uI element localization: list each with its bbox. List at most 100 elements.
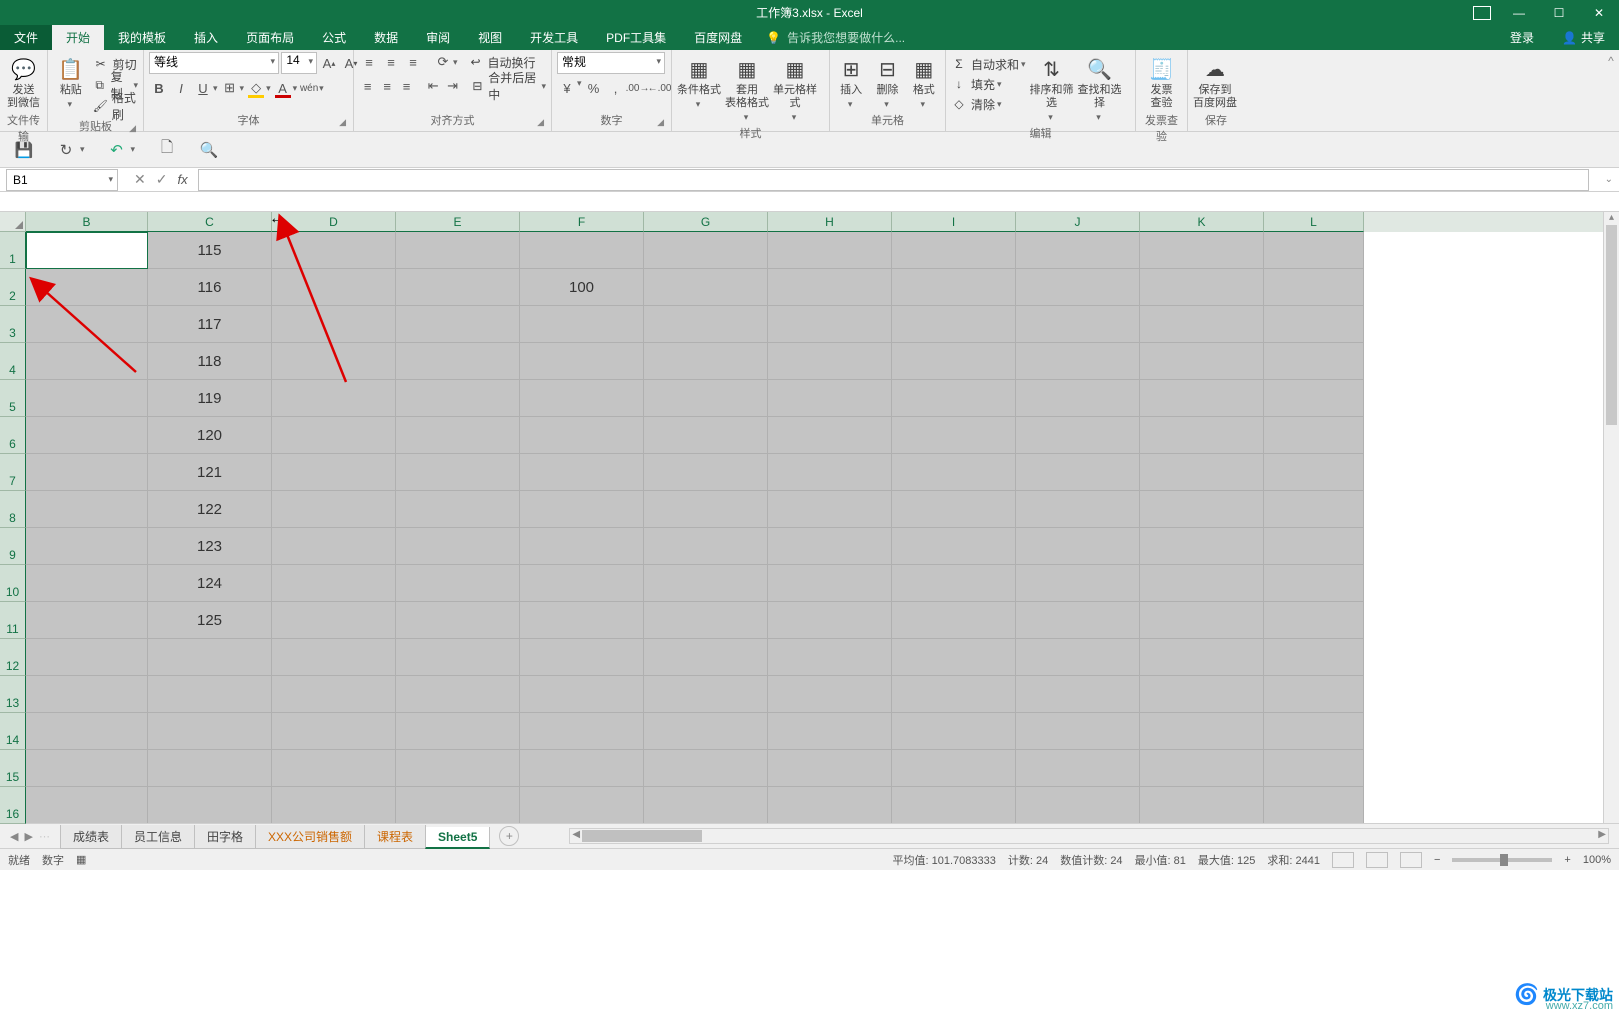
cell-L16[interactable] bbox=[1264, 787, 1364, 823]
format-as-table-button[interactable]: ▦套用 表格格式▾ bbox=[725, 52, 769, 123]
cell-I7[interactable] bbox=[892, 454, 1016, 491]
formula-input[interactable] bbox=[198, 169, 1589, 191]
sheet-nav-prev-button[interactable]: ◀ bbox=[10, 830, 18, 843]
percent-format-button[interactable]: % bbox=[584, 78, 604, 98]
share-button[interactable]: 👤共享 bbox=[1548, 25, 1619, 50]
tab-pagelayout[interactable]: 页面布局 bbox=[232, 25, 308, 50]
cell-K7[interactable] bbox=[1140, 454, 1264, 491]
cell-D12[interactable] bbox=[272, 639, 396, 676]
column-header-L[interactable]: L bbox=[1264, 212, 1364, 232]
decrease-decimal-button[interactable]: ←.00 bbox=[650, 78, 670, 98]
cell-C1[interactable]: 115 bbox=[148, 232, 272, 269]
row-header-5[interactable]: 5 bbox=[0, 380, 26, 417]
cell-L13[interactable] bbox=[1264, 676, 1364, 713]
cell-grid[interactable]: 115116100117118119120121122123124125 bbox=[26, 232, 1603, 823]
align-top-button[interactable]: ≡ bbox=[359, 52, 379, 72]
login-button[interactable]: 登录 bbox=[1496, 25, 1548, 50]
row-header-16[interactable]: 16 bbox=[0, 787, 26, 824]
phonetic-button[interactable]: wén bbox=[299, 78, 319, 98]
cell-J2[interactable] bbox=[1016, 269, 1140, 306]
cell-C12[interactable] bbox=[148, 639, 272, 676]
cell-K14[interactable] bbox=[1140, 713, 1264, 750]
sheet-nav-next-button[interactable]: ▶ bbox=[24, 830, 32, 843]
column-header-H[interactable]: H bbox=[768, 212, 892, 232]
minimize-button[interactable]: — bbox=[1499, 0, 1539, 25]
font-color-button[interactable]: A bbox=[273, 78, 293, 98]
view-page-break-button[interactable] bbox=[1400, 852, 1422, 868]
clear-button[interactable]: ◇清除▾ bbox=[951, 94, 1026, 114]
cell-F4[interactable] bbox=[520, 343, 644, 380]
cell-L12[interactable] bbox=[1264, 639, 1364, 676]
cell-J9[interactable] bbox=[1016, 528, 1140, 565]
cell-H5[interactable] bbox=[768, 380, 892, 417]
column-header-I[interactable]: I bbox=[892, 212, 1016, 232]
cell-E9[interactable] bbox=[396, 528, 520, 565]
cell-E1[interactable] bbox=[396, 232, 520, 269]
cell-F12[interactable] bbox=[520, 639, 644, 676]
row-header-3[interactable]: 3 bbox=[0, 306, 26, 343]
cell-B12[interactable] bbox=[26, 639, 148, 676]
row-header-10[interactable]: 10 bbox=[0, 565, 26, 602]
cell-G12[interactable] bbox=[644, 639, 768, 676]
insert-cells-button[interactable]: ⊞插入▾ bbox=[835, 52, 867, 110]
ribbon-display-icon[interactable] bbox=[1473, 6, 1491, 20]
cell-K5[interactable] bbox=[1140, 380, 1264, 417]
send-to-wechat-button[interactable]: 💬 发送 到微信 bbox=[5, 52, 42, 110]
tab-data[interactable]: 数据 bbox=[360, 25, 412, 50]
cell-H16[interactable] bbox=[768, 787, 892, 823]
font-name-select[interactable]: 等线 bbox=[149, 52, 279, 74]
sheet-tab-田字格[interactable]: 田字格 bbox=[194, 825, 256, 849]
cell-B16[interactable] bbox=[26, 787, 148, 823]
align-right-button[interactable]: ≡ bbox=[398, 76, 415, 96]
cell-C9[interactable]: 123 bbox=[148, 528, 272, 565]
bold-button[interactable]: B bbox=[149, 78, 169, 98]
cell-K4[interactable] bbox=[1140, 343, 1264, 380]
align-left-button[interactable]: ≡ bbox=[359, 76, 376, 96]
tab-home[interactable]: 开始 bbox=[52, 25, 104, 50]
cell-I8[interactable] bbox=[892, 491, 1016, 528]
cell-G15[interactable] bbox=[644, 750, 768, 787]
cell-H13[interactable] bbox=[768, 676, 892, 713]
cell-D10[interactable] bbox=[272, 565, 396, 602]
cell-E4[interactable] bbox=[396, 343, 520, 380]
cell-F16[interactable] bbox=[520, 787, 644, 823]
cell-D15[interactable] bbox=[272, 750, 396, 787]
cell-I2[interactable] bbox=[892, 269, 1016, 306]
cell-E14[interactable] bbox=[396, 713, 520, 750]
cell-L3[interactable] bbox=[1264, 306, 1364, 343]
tab-baidudisk[interactable]: 百度网盘 bbox=[680, 25, 756, 50]
cell-F3[interactable] bbox=[520, 306, 644, 343]
cell-K6[interactable] bbox=[1140, 417, 1264, 454]
insert-function-button[interactable]: fx bbox=[177, 172, 187, 187]
cell-F8[interactable] bbox=[520, 491, 644, 528]
cell-I16[interactable] bbox=[892, 787, 1016, 823]
cell-B7[interactable] bbox=[26, 454, 148, 491]
row-header-6[interactable]: 6 bbox=[0, 417, 26, 454]
row-header-2[interactable]: 2 bbox=[0, 269, 26, 306]
column-header-B[interactable]: B bbox=[26, 212, 148, 232]
cell-I5[interactable] bbox=[892, 380, 1016, 417]
cell-J5[interactable] bbox=[1016, 380, 1140, 417]
dialog-launcher-icon[interactable]: ◢ bbox=[657, 117, 664, 128]
cell-K12[interactable] bbox=[1140, 639, 1264, 676]
cell-G7[interactable] bbox=[644, 454, 768, 491]
save-to-baidu-button[interactable]: ☁保存到 百度网盘 bbox=[1193, 52, 1237, 110]
cell-F11[interactable] bbox=[520, 602, 644, 639]
row-header-4[interactable]: 4 bbox=[0, 343, 26, 380]
column-header-G[interactable]: G bbox=[644, 212, 768, 232]
cell-F15[interactable] bbox=[520, 750, 644, 787]
close-button[interactable]: ✕ bbox=[1579, 0, 1619, 25]
cell-E3[interactable] bbox=[396, 306, 520, 343]
view-page-layout-button[interactable] bbox=[1366, 852, 1388, 868]
cell-I6[interactable] bbox=[892, 417, 1016, 454]
cell-J15[interactable] bbox=[1016, 750, 1140, 787]
cell-H1[interactable] bbox=[768, 232, 892, 269]
dialog-launcher-icon[interactable]: ◢ bbox=[129, 123, 136, 134]
cell-K9[interactable] bbox=[1140, 528, 1264, 565]
cell-D3[interactable] bbox=[272, 306, 396, 343]
increase-font-button[interactable]: A▴ bbox=[319, 53, 339, 73]
row-header-12[interactable]: 12 bbox=[0, 639, 26, 676]
cell-I12[interactable] bbox=[892, 639, 1016, 676]
cell-J14[interactable] bbox=[1016, 713, 1140, 750]
cell-C10[interactable]: 124 bbox=[148, 565, 272, 602]
